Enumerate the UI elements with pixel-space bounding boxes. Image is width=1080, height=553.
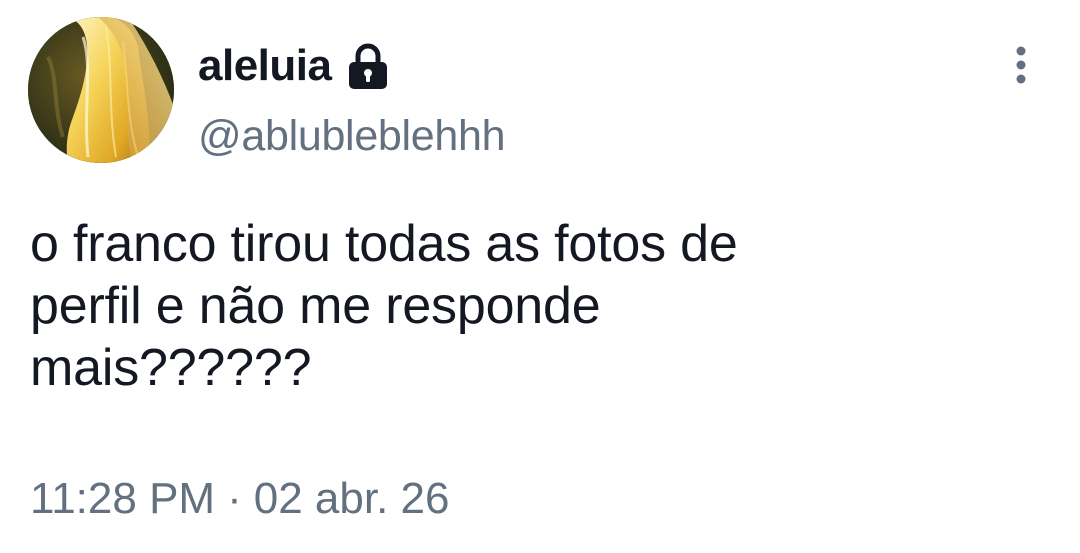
avatar-image xyxy=(28,17,174,163)
meta-separator: · xyxy=(227,474,242,523)
lock-icon xyxy=(343,41,393,91)
author-handle[interactable]: @ablubleblehhh xyxy=(198,112,506,161)
more-options-button[interactable] xyxy=(998,42,1044,88)
author-name-row[interactable]: aleluia xyxy=(198,38,393,94)
tweet-text: o franco tirou todas as fotos de perfil … xyxy=(30,215,738,397)
avatar[interactable] xyxy=(28,17,174,163)
more-vertical-icon xyxy=(1016,46,1026,84)
tweet-date[interactable]: 02 abr. 26 xyxy=(254,474,450,524)
display-name[interactable]: aleluia xyxy=(198,41,332,91)
tweet-time[interactable]: 11:28 PM xyxy=(30,474,215,524)
tweet-meta: 11:28 PM · 02 abr. 26 xyxy=(30,474,449,524)
tweet-card: aleluia @ablubleblehhh o franco tirou to… xyxy=(0,0,1080,553)
